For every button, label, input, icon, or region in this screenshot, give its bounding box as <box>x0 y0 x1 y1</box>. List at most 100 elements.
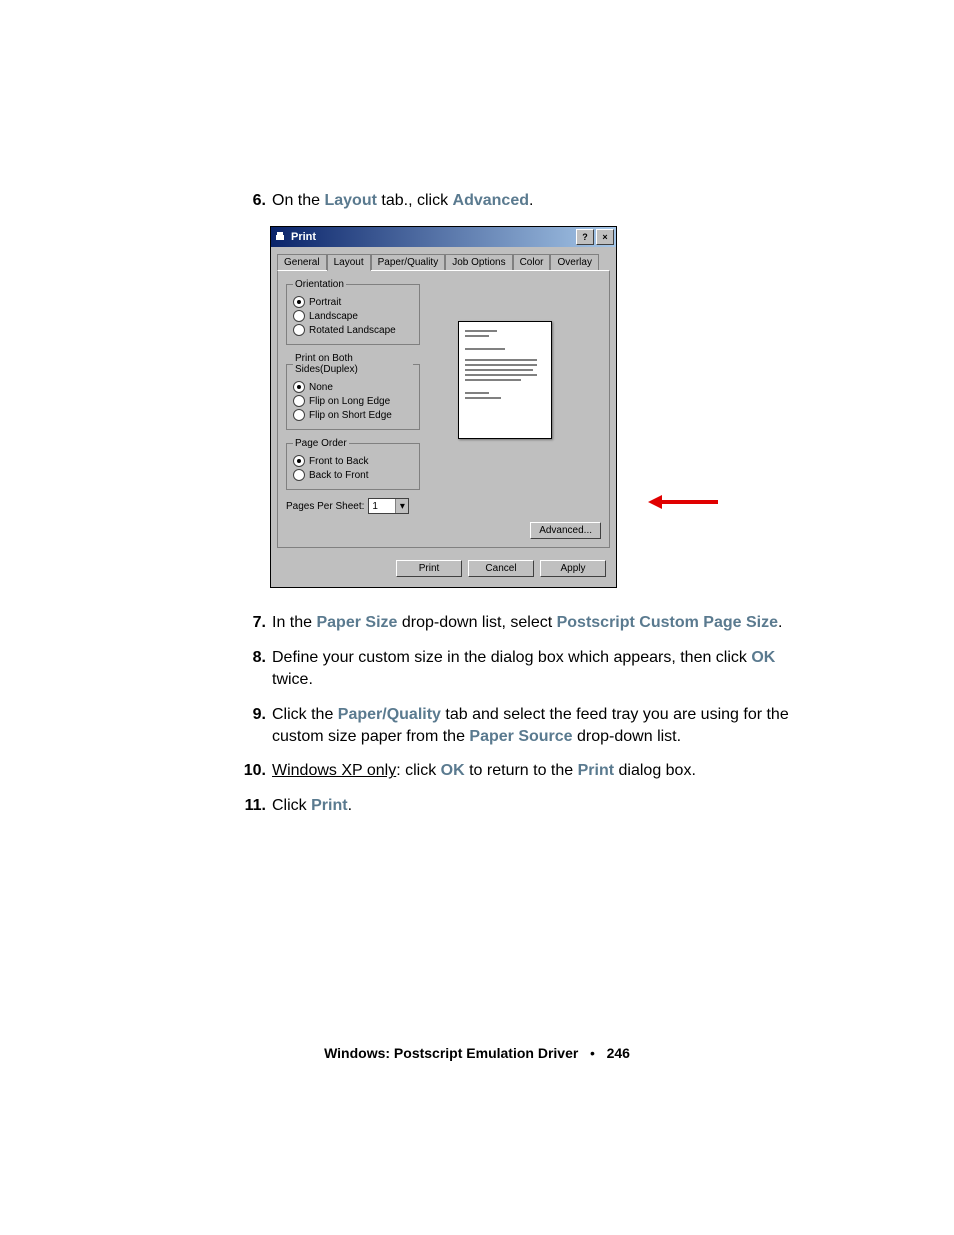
step-6: 6. On the Layout tab., click Advanced. <box>240 190 800 212</box>
radio-rotated-landscape[interactable]: Rotated Landscape <box>293 324 413 336</box>
step-text: In the Paper Size drop-down list, select… <box>272 612 800 634</box>
step-11: 11. Click Print. <box>240 795 800 817</box>
step-text: On the Layout tab., click Advanced. <box>272 190 800 212</box>
radio-flip-short-edge[interactable]: Flip on Short Edge <box>293 409 413 421</box>
keyword-paper-size: Paper Size <box>316 614 397 631</box>
keyword-ok: OK <box>441 762 465 779</box>
step-text: Click Print. <box>272 795 800 817</box>
radio-landscape[interactable]: Landscape <box>293 310 413 322</box>
pages-per-sheet-select[interactable]: 1 ▾ <box>368 498 409 514</box>
text: to return to the <box>465 762 578 779</box>
radio-icon <box>293 381 305 393</box>
radio-label: Landscape <box>309 311 358 322</box>
orientation-legend: Orientation <box>293 279 346 290</box>
radio-flip-long-edge[interactable]: Flip on Long Edge <box>293 395 413 407</box>
step-number: 6. <box>240 190 266 212</box>
page-preview <box>458 321 552 439</box>
tab-job-options[interactable]: Job Options <box>445 254 512 271</box>
arrow-head-icon <box>648 495 662 509</box>
tab-layout[interactable]: Layout <box>327 254 371 271</box>
orientation-group: Orientation Portrait Landscape Rotated L… <box>286 279 420 345</box>
page-order-group: Page Order Front to Back Back to Front <box>286 438 420 490</box>
tab-strip: General Layout Paper/Quality Job Options… <box>271 247 616 270</box>
print-dialog-screenshot: Print ? × General Layout Paper/Quality J… <box>270 226 800 588</box>
step-text: Windows XP only: click OK to return to t… <box>272 760 800 782</box>
step-text: Define your custom size in the dialog bo… <box>272 647 800 692</box>
radio-icon <box>293 310 305 322</box>
text: On the <box>272 192 324 209</box>
text: . <box>348 797 352 814</box>
text: Click <box>272 797 311 814</box>
print-dialog: Print ? × General Layout Paper/Quality J… <box>270 226 617 588</box>
step-9: 9. Click the Paper/Quality tab and selec… <box>240 704 800 749</box>
text: : click <box>396 762 440 779</box>
radio-icon <box>293 409 305 421</box>
duplex-legend: Print on Both Sides(Duplex) <box>293 353 413 375</box>
apply-button[interactable]: Apply <box>540 560 606 577</box>
radio-label: Front to Back <box>309 456 368 467</box>
text: . <box>778 614 782 631</box>
text: In the <box>272 614 316 631</box>
radio-label: Flip on Long Edge <box>309 396 390 407</box>
text: dialog box. <box>614 762 696 779</box>
radio-back-to-front[interactable]: Back to Front <box>293 469 413 481</box>
keyword-layout: Layout <box>324 192 376 209</box>
footer-title: Windows: Postscript Emulation Driver <box>324 1045 578 1061</box>
layout-tab-panel: Orientation Portrait Landscape Rotated L… <box>277 270 610 548</box>
radio-label: Back to Front <box>309 470 368 481</box>
document-content: 6. On the Layout tab., click Advanced. P… <box>240 190 800 829</box>
step-text: Click the Paper/Quality tab and select t… <box>272 704 800 749</box>
tab-color[interactable]: Color <box>513 254 551 271</box>
printer-icon <box>273 230 287 244</box>
keyword-print: Print <box>578 762 614 779</box>
radio-duplex-none[interactable]: None <box>293 381 413 393</box>
text: drop-down list. <box>573 728 682 745</box>
keyword-advanced: Advanced <box>453 192 529 209</box>
radio-portrait[interactable]: Portrait <box>293 296 413 308</box>
titlebar-text: Print <box>291 231 574 243</box>
radio-icon <box>293 395 305 407</box>
tab-paper-quality[interactable]: Paper/Quality <box>371 254 446 271</box>
callout-arrow <box>648 495 718 509</box>
step-7: 7. In the Paper Size drop-down list, sel… <box>240 612 800 634</box>
text: Define your custom size in the dialog bo… <box>272 649 751 666</box>
close-button[interactable]: × <box>596 229 614 245</box>
page-number: 246 <box>607 1045 630 1061</box>
step-number: 11. <box>240 795 266 817</box>
help-button[interactable]: ? <box>576 229 594 245</box>
step-number: 10. <box>240 760 266 782</box>
step-8: 8. Define your custom size in the dialog… <box>240 647 800 692</box>
footer-sep: • <box>590 1045 595 1061</box>
keyword-paper-source: Paper Source <box>469 728 572 745</box>
cancel-button[interactable]: Cancel <box>468 560 534 577</box>
text: Click the <box>272 706 338 723</box>
pps-label: Pages Per Sheet: <box>286 501 364 512</box>
page-footer: Windows: Postscript Emulation Driver • 2… <box>0 1045 954 1061</box>
tab-general[interactable]: General <box>277 254 327 271</box>
radio-label: None <box>309 382 333 393</box>
advanced-button[interactable]: Advanced... <box>530 522 601 539</box>
page-order-legend: Page Order <box>293 438 349 449</box>
print-button[interactable]: Print <box>396 560 462 577</box>
radio-icon <box>293 324 305 336</box>
titlebar: Print ? × <box>271 227 616 247</box>
radio-label: Rotated Landscape <box>309 325 396 336</box>
keyword-paper-quality: Paper/Quality <box>338 706 441 723</box>
tab-overlay[interactable]: Overlay <box>550 254 598 271</box>
step-number: 9. <box>240 704 266 749</box>
step-10: 10. Windows XP only: click OK to return … <box>240 760 800 782</box>
radio-front-to-back[interactable]: Front to Back <box>293 455 413 467</box>
radio-icon <box>293 455 305 467</box>
step-number: 7. <box>240 612 266 634</box>
pages-per-sheet-row: Pages Per Sheet: 1 ▾ <box>286 498 601 514</box>
radio-icon <box>293 469 305 481</box>
chevron-down-icon: ▾ <box>395 499 408 513</box>
text: . <box>529 192 533 209</box>
step-number: 8. <box>240 647 266 692</box>
radio-icon <box>293 296 305 308</box>
text: tab., click <box>377 192 453 209</box>
dialog-button-row: Print Cancel Apply <box>271 554 616 587</box>
arrow-line-icon <box>662 500 718 504</box>
text: twice. <box>272 671 313 688</box>
keyword-ok: OK <box>751 649 775 666</box>
